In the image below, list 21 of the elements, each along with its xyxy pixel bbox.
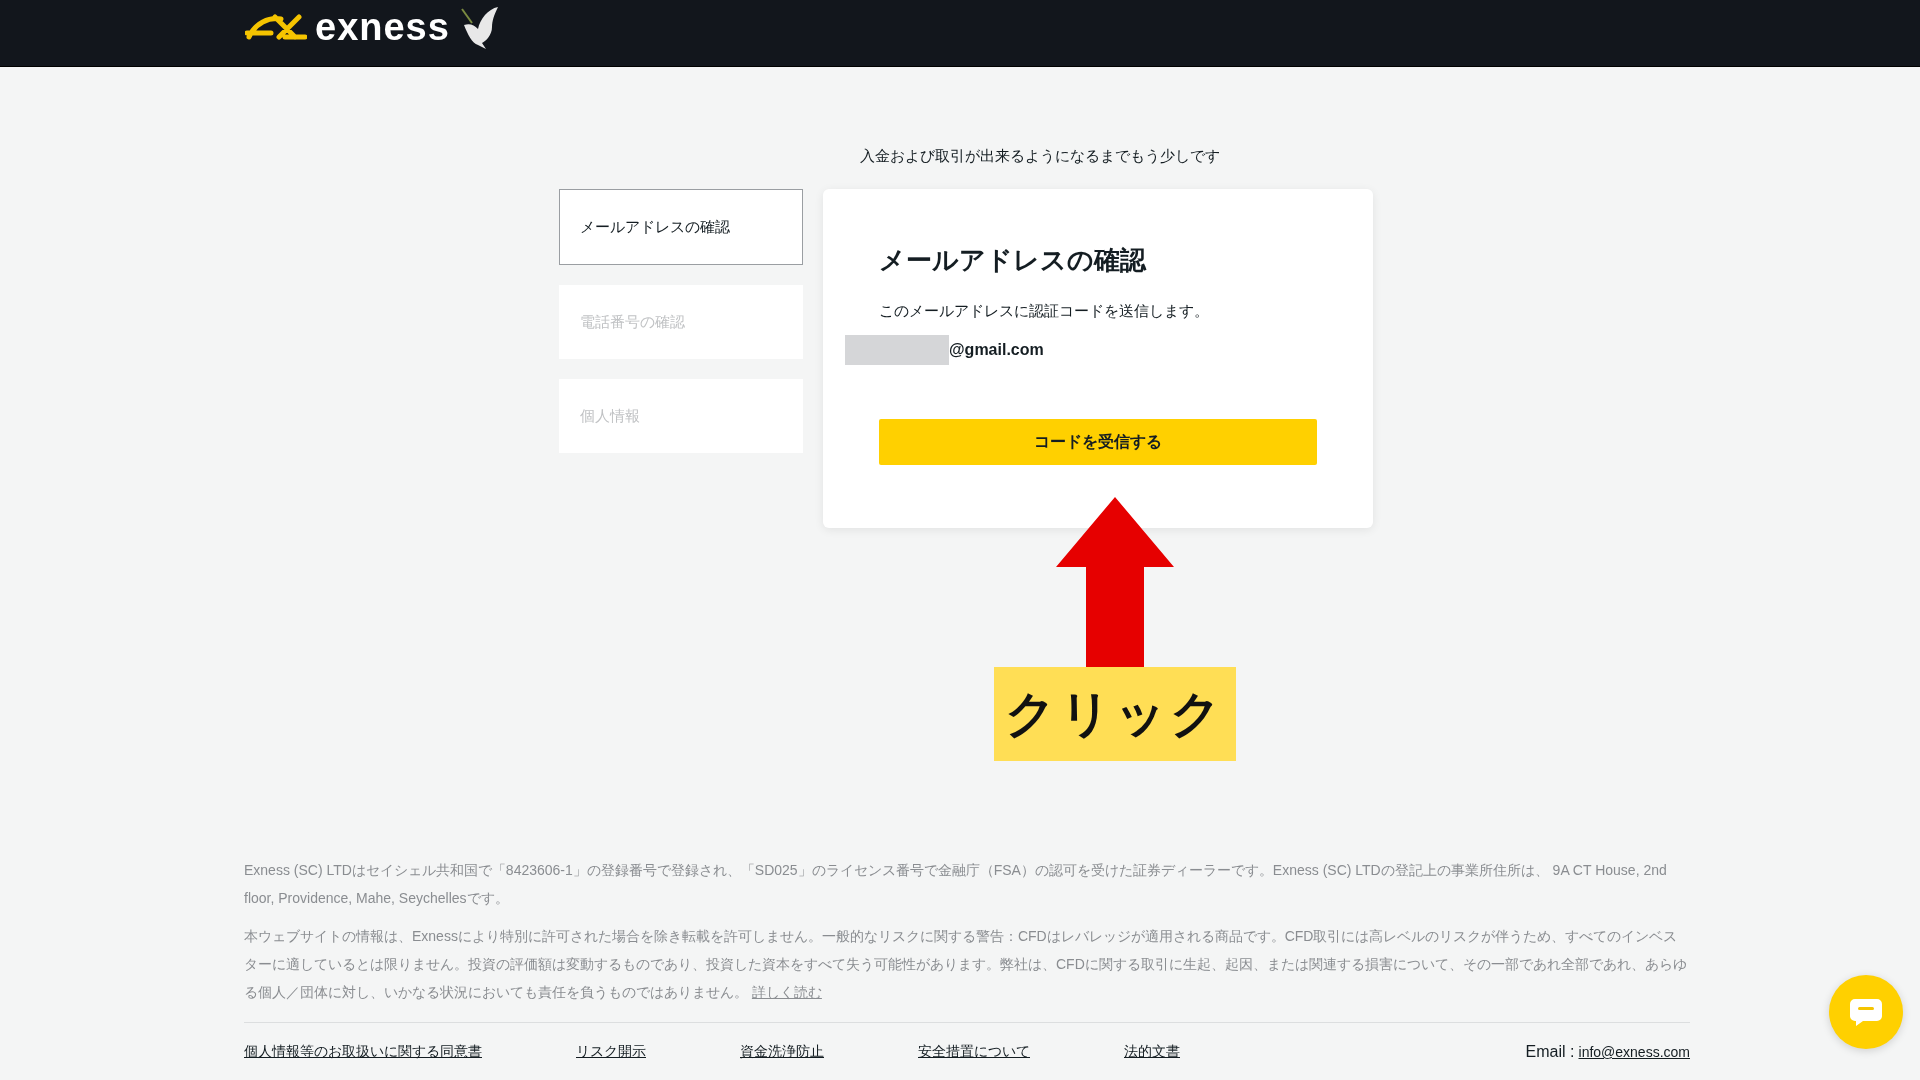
footer-link[interactable]: 個人情報等のお取扱いに関する同意書 [244,1043,482,1061]
card-description: このメールアドレスに認証コードを送信します。 [879,302,1210,321]
receive-code-button[interactable]: コードを受信する [879,419,1317,465]
brand-name[interactable]: exness [315,5,450,49]
step-item[interactable]: メールアドレスの確認 [559,189,803,265]
logo-mark-icon [245,13,307,41]
footer-link[interactable]: 法的文書 [1124,1043,1180,1061]
email-label: Email : [1525,1043,1575,1061]
email-link[interactable]: info@exness.com [1578,1044,1690,1060]
email-address: @gmail.com [949,341,1044,359]
footer-link[interactable]: 安全措置について [918,1043,1030,1061]
card-title: メールアドレスの確認 [879,244,1148,277]
footer-link[interactable]: 資金洗浄防止 [740,1043,824,1061]
footer-link[interactable]: リスク開示 [576,1043,646,1061]
chat-button[interactable] [1829,975,1903,1049]
click-callout: クリック [994,667,1236,761]
chat-bubble-icon [1849,997,1883,1027]
legal-paragraph: 本ウェブサイトの情報は、Exnessにより特別に許可された場合を除き転載を許可しません。一般的なリスクに関する警告：CFDはレバレッジが適用される商品です。CFD取引には高レベルのリスクが伴うため、すべてのインベスターに適しているとは限りません。投資の評価額は変動するものであり、投資した資本をすべて失う可能性があります。弊社は、CFDに関する取引に生起、起因、または関連する損害について、その一部であれ全部であれ、あらゆる個人／団体に対し、いかなる状況においても責任を負うものではありません。 詳しく読む [244,927,1688,1002]
progress-hint: 入金および取引が出来るようになるまでもう少しです [860,147,1220,166]
up-arrow-icon [1056,497,1174,667]
legal-paragraph: Exness (SC) LTDはセイシェル共和国で「8423606-1」の登録番号で登録され、「SD025」のライセンス番号で金融庁（FSA）の認可を受けた証券ディーラーです。Exness (SC) LTDの登記上の事業所住所は、 9A CT House, 2nd floor, Providence, Mahe, Seychellesです。 [244,861,1668,908]
